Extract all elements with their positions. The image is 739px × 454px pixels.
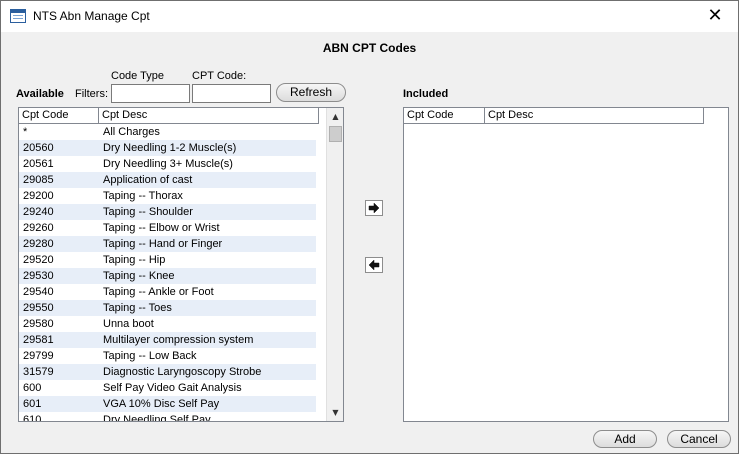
arrow-left-icon — [368, 259, 380, 271]
table-row[interactable]: 29580 Unna boot — [19, 316, 316, 332]
cpt-desc-cell: Taping -- Low Back — [103, 350, 197, 362]
available-grid-rows: * All Charges 20560 Dry Needling 1-2 Muscle… — [19, 124, 316, 422]
cpt-code-cell: 29799 — [23, 350, 54, 362]
cpt-desc-cell: Application of cast — [103, 174, 193, 186]
included-cpt-grid[interactable]: Cpt Code Cpt Desc — [403, 107, 729, 422]
scroll-down-arrow-icon[interactable]: ▼ — [327, 404, 343, 421]
refresh-button[interactable]: Refresh — [276, 83, 346, 102]
cpt-code-cell: 29540 — [23, 286, 54, 298]
table-row[interactable]: 601 VGA 10% Disc Self Pay — [19, 396, 316, 412]
scrollbar-thumb[interactable] — [329, 126, 342, 142]
table-row[interactable]: 610 Dry Needling Self Pay — [19, 412, 316, 422]
cpt-desc-cell: Dry Needling Self Pay — [103, 414, 211, 422]
cpt-desc-cell: Dry Needling 3+ Muscle(s) — [103, 158, 233, 170]
cpt-desc-cell: Multilayer compression system — [103, 334, 254, 346]
cpt-desc-cell: All Charges — [103, 126, 160, 138]
cpt-code-filter-input[interactable] — [192, 84, 271, 103]
included-column-header-cpt-code[interactable]: Cpt Code — [404, 108, 485, 124]
table-row[interactable]: 29550 Taping -- Toes — [19, 300, 316, 316]
cpt-desc-cell: VGA 10% Disc Self Pay — [103, 398, 220, 410]
table-row[interactable]: 29280 Taping -- Hand or Finger — [19, 236, 316, 252]
cpt-code-cell: 610 — [23, 414, 42, 422]
available-vertical-scrollbar[interactable]: ▲ ▼ — [326, 108, 343, 421]
arrow-right-icon — [368, 202, 380, 214]
page-title: ABN CPT Codes — [322, 41, 417, 55]
table-row[interactable]: 29799 Taping -- Low Back — [19, 348, 316, 364]
dialog-window: NTS Abn Manage Cpt ✕ ABN CPT Codes Code … — [0, 0, 739, 454]
table-row[interactable]: 29540 Taping -- Ankle or Foot — [19, 284, 316, 300]
included-grid-header: Cpt Code Cpt Desc — [404, 108, 704, 124]
cpt-desc-cell: Taping -- Elbow or Wrist — [103, 222, 220, 234]
table-row[interactable]: 31579 Diagnostic Laryngoscopy Strobe — [19, 364, 316, 380]
cpt-desc-cell: Taping -- Hand or Finger — [103, 238, 223, 250]
app-table-icon — [10, 9, 26, 23]
table-row[interactable]: 20560 Dry Needling 1-2 Muscle(s) — [19, 140, 316, 156]
table-row[interactable]: 29581 Multilayer compression system — [19, 332, 316, 348]
table-row[interactable]: * All Charges — [19, 124, 316, 140]
close-button[interactable]: ✕ — [692, 1, 738, 32]
cpt-code-label: CPT Code: — [192, 70, 247, 82]
cpt-code-cell: 29520 — [23, 254, 54, 266]
window-title: NTS Abn Manage Cpt — [33, 9, 150, 23]
cpt-desc-cell: Dry Needling 1-2 Muscle(s) — [103, 142, 237, 154]
cpt-desc-cell: Taping -- Hip — [103, 254, 166, 266]
available-cpt-grid[interactable]: Cpt Code Cpt Desc * All Charges 20560 Dry N… — [18, 107, 344, 422]
cpt-code-cell: 20560 — [23, 142, 54, 154]
table-row[interactable]: 29520 Taping -- Hip — [19, 252, 316, 268]
cpt-code-cell: 29530 — [23, 270, 54, 282]
table-row[interactable]: 600 Self Pay Video Gait Analysis — [19, 380, 316, 396]
table-row[interactable]: 29530 Taping -- Knee — [19, 268, 316, 284]
cpt-desc-cell: Taping -- Thorax — [103, 190, 183, 202]
add-button[interactable]: Add — [593, 430, 657, 448]
column-header-cpt-code[interactable]: Cpt Code — [19, 108, 99, 124]
cpt-code-cell: 20561 — [23, 158, 54, 170]
table-row[interactable]: 29200 Taping -- Thorax — [19, 188, 316, 204]
cpt-code-cell: 600 — [23, 382, 42, 394]
table-row[interactable]: 20561 Dry Needling 3+ Muscle(s) — [19, 156, 316, 172]
available-label: Available — [16, 88, 64, 100]
cpt-desc-cell: Self Pay Video Gait Analysis — [103, 382, 242, 394]
cpt-desc-cell: Unna boot — [103, 318, 154, 330]
included-label: Included — [403, 88, 449, 100]
cpt-code-cell: 29240 — [23, 206, 54, 218]
cpt-desc-cell: Diagnostic Laryngoscopy Strobe — [103, 366, 262, 378]
cpt-code-cell: 29280 — [23, 238, 54, 250]
filters-label: Filters: — [75, 88, 108, 100]
scroll-up-arrow-icon[interactable]: ▲ — [327, 108, 343, 125]
cpt-desc-cell: Taping -- Shoulder — [103, 206, 193, 218]
cpt-desc-cell: Taping -- Ankle or Foot — [103, 286, 214, 298]
code-type-filter-input[interactable] — [111, 84, 190, 103]
cpt-code-cell: 29550 — [23, 302, 54, 314]
code-type-label: Code Type — [111, 70, 165, 82]
cpt-code-cell: 29581 — [23, 334, 54, 346]
move-right-button[interactable] — [365, 200, 383, 216]
title-bar: NTS Abn Manage Cpt ✕ — [1, 1, 738, 32]
table-row[interactable]: 29240 Taping -- Shoulder — [19, 204, 316, 220]
cpt-code-cell: 29580 — [23, 318, 54, 330]
cpt-code-cell: * — [23, 126, 28, 138]
cpt-code-cell: 29085 — [23, 174, 54, 186]
cpt-code-cell: 29200 — [23, 190, 54, 202]
cpt-code-cell: 31579 — [23, 366, 54, 378]
cpt-desc-cell: Taping -- Toes — [103, 302, 172, 314]
table-row[interactable]: 29085 Application of cast — [19, 172, 316, 188]
move-left-button[interactable] — [365, 257, 383, 273]
column-header-cpt-desc[interactable]: Cpt Desc — [99, 108, 319, 124]
included-column-header-cpt-desc[interactable]: Cpt Desc — [485, 108, 704, 124]
table-row[interactable]: 29260 Taping -- Elbow or Wrist — [19, 220, 316, 236]
cpt-code-cell: 601 — [23, 398, 42, 410]
cpt-code-cell: 29260 — [23, 222, 54, 234]
available-grid-header: Cpt Code Cpt Desc — [19, 108, 319, 124]
cpt-desc-cell: Taping -- Knee — [103, 270, 175, 282]
dialog-content: ABN CPT Codes Code Type CPT Code: Availa… — [1, 32, 738, 453]
cancel-button[interactable]: Cancel — [667, 430, 731, 448]
